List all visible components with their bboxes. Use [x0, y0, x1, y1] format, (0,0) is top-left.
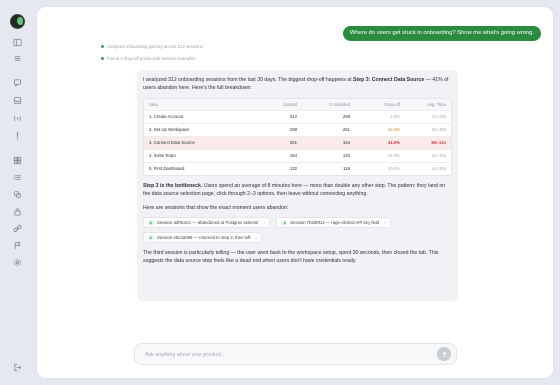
chevron-right-icon: ›: [263, 219, 266, 226]
sessions-intro: Here are sessions that show the exact mo…: [143, 205, 289, 211]
app-logo[interactable]: [10, 14, 25, 29]
cell-time: 4m 30s: [431, 166, 446, 171]
chat-icon[interactable]: [12, 77, 23, 88]
table-header: Step Started Completed Drop-off Avg. Tim…: [144, 99, 451, 110]
intro-highlight: Step 3: Connect Data Source: [353, 77, 425, 83]
play-icon: [148, 219, 154, 226]
send-button[interactable]: [437, 347, 451, 361]
assistant-answer: I analyzed 312 onboarding sessions from …: [137, 70, 458, 301]
check-dot-icon: [101, 45, 104, 48]
col-header: Drop-off: [384, 101, 400, 107]
dropoff-table: Step Started Completed Drop-off Avg. Tim…: [143, 98, 452, 176]
user-message: Where do users get stuck in onboarding? …: [342, 26, 541, 41]
cell-dropoff: 14.3%: [387, 153, 400, 158]
cell-time: 8m 12s: [431, 140, 446, 145]
play-icon: [281, 219, 288, 226]
analysis-step-text: Analyzed onboarding journey across 312 s…: [107, 44, 203, 49]
alert-icon[interactable]: [12, 130, 23, 141]
analysis-step: Found 4 drop-off points with session exa…: [101, 56, 196, 61]
cell-completed: 118: [343, 166, 350, 171]
cell-dropoff: 41.0%: [387, 140, 400, 145]
cell-time: 2m 10s: [431, 153, 446, 158]
check-dot-icon: [101, 57, 104, 60]
bottleneck-highlight: Step 3 is the bottleneck.: [143, 183, 203, 189]
cell-dropoff: 12.4%: [387, 127, 400, 132]
cell-started: 154: [289, 153, 297, 158]
chevron-right-icon: ›: [255, 234, 258, 241]
analysis-step-text: Found 4 drop-off points with session exa…: [107, 56, 196, 61]
inbox-icon[interactable]: [12, 95, 23, 106]
chat-composer: [134, 343, 457, 365]
cell-step: 2. Set Up Workspace: [149, 127, 190, 132]
bottleneck-paragraph: Step 3 is the bottleneck. Users spend an…: [143, 182, 452, 198]
session-link[interactable]: Session e5c4a089 — returned to step 2, t…: [143, 232, 263, 243]
col-header: Completed: [329, 101, 350, 107]
chevron-right-icon: ›: [384, 219, 386, 226]
settings-icon[interactable]: [12, 257, 23, 268]
cell-completed: 298: [342, 114, 350, 119]
panel-toggle-icon[interactable]: [12, 37, 23, 48]
cell-dropoff: 4.5%: [390, 114, 400, 119]
session-chips: Session a3f8c2e1 — abandoned at Postgres…: [143, 217, 443, 243]
cell-started: 261: [289, 140, 297, 145]
lock-icon[interactable]: [12, 206, 23, 217]
analysis-step: Analyzed onboarding journey across 312 s…: [101, 44, 203, 49]
broadcast-icon[interactable]: [12, 113, 23, 124]
grid-icon[interactable]: [12, 155, 23, 166]
list-icon[interactable]: [12, 172, 23, 183]
intro-text: I analyzed 312 onboarding sessions from …: [143, 77, 354, 83]
conclusion-paragraph: The third session is particularly tellin…: [143, 250, 439, 264]
session-link[interactable]: Session a3f8c2e1 — abandoned at Postgres…: [143, 217, 271, 228]
cell-step: 1. Create Account: [149, 114, 184, 119]
cell-started: 312: [289, 114, 297, 119]
cell-completed: 261: [342, 127, 350, 132]
cell-time: 3m 45s: [431, 127, 446, 132]
col-header: Avg. Time: [426, 101, 446, 107]
session-link-label: Session e5c4a089 — returned to step 2, t…: [157, 234, 251, 240]
logout-icon[interactable]: [12, 362, 23, 373]
sidebar: [0, 0, 34, 385]
table-row: 5. First Dashboard 132 118 10.6% 4m 30s: [144, 162, 451, 175]
col-header: Started: [283, 101, 297, 107]
layers-icon[interactable]: [12, 189, 23, 200]
col-header: Step: [149, 101, 158, 107]
cell-time: 1m 20s: [431, 114, 446, 119]
cell-step: 3. Connect Data Source: [149, 140, 195, 145]
table-row: 2. Set Up Workspace 298 261 12.4% 3m 45s: [144, 123, 451, 136]
answer-intro: I analyzed 312 onboarding sessions from …: [143, 76, 452, 92]
cell-started: 132: [289, 166, 297, 171]
session-link-label: Session a3f8c2e1 — abandoned at Postgres…: [157, 219, 259, 225]
session-link-label: Session 7b2d9f14 — rage-clicked API key …: [290, 219, 380, 225]
cell-started: 298: [289, 127, 297, 132]
flag-icon[interactable]: [12, 240, 23, 251]
cell-completed: 154: [342, 140, 350, 145]
cell-completed: 132: [342, 153, 350, 158]
play-icon: [148, 234, 154, 241]
cell-step: 4. Invite Team: [149, 153, 176, 158]
menu-icon[interactable]: [12, 53, 23, 64]
table-row: 4. Invite Team 154 132 14.3% 2m 10s: [144, 149, 451, 162]
session-link[interactable]: Session 7b2d9f14 — rage-clicked API key …: [276, 217, 391, 228]
chat-input[interactable]: [143, 349, 427, 361]
table-row: 1. Create Account 312 298 4.5% 1m 20s: [144, 110, 451, 123]
cell-step: 5. First Dashboard: [149, 166, 185, 171]
arrow-up-icon: [441, 351, 447, 357]
cell-dropoff: 10.6%: [387, 166, 400, 171]
link-icon[interactable]: [12, 223, 23, 234]
table-row-highlighted: 3. Connect Data Source 261 154 41.0% 8m …: [144, 136, 451, 149]
